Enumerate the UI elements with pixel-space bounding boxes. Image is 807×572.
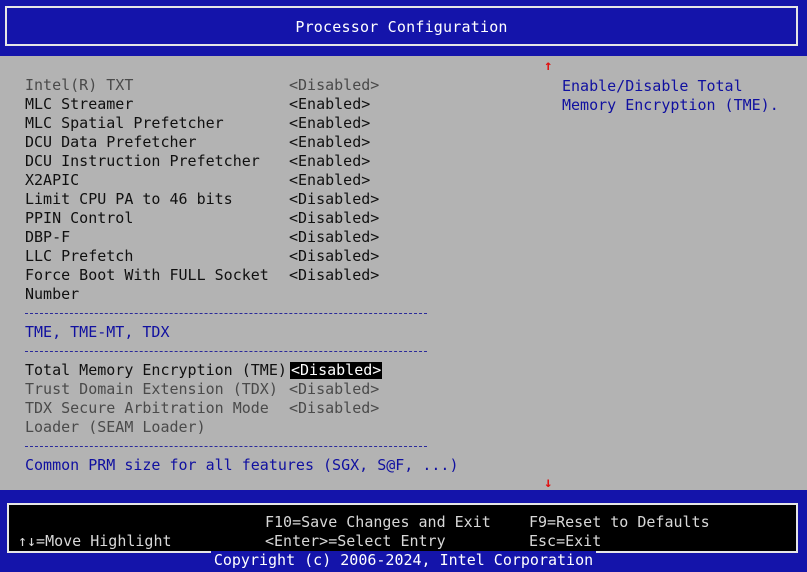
page-title: Processor Configuration	[295, 18, 508, 36]
setting-label-continued: Loader (SEAM Loader)	[25, 418, 206, 436]
setting-label: Intel(R) TXT	[25, 76, 134, 94]
title-frame: Processor Configuration	[5, 6, 798, 46]
setting-force-boot-full-socket[interactable]: Force Boot With FULL Socket <Disabled>	[25, 266, 525, 285]
setting-value: <Disabled>	[289, 399, 380, 417]
help-panel	[536, 56, 807, 490]
setting-label: Total Memory Encryption (TME)	[25, 361, 287, 379]
setting-value[interactable]: <Disabled>	[289, 228, 379, 247]
setting-label: LLC Prefetch	[25, 247, 134, 265]
setting-value[interactable]: <Enabled>	[289, 114, 370, 133]
setting-tdx-seam-loader: TDX Secure Arbitration Mode <Disabled>	[25, 399, 525, 418]
separator-line	[25, 446, 427, 447]
setting-intel-txt: Intel(R) TXT <Disabled>	[25, 76, 525, 95]
setting-label: DCU Data Prefetcher	[25, 133, 197, 151]
setting-value[interactable]: <Enabled>	[289, 95, 370, 114]
footer-save-hint: F10=Save Changes and Exit	[265, 513, 491, 531]
setting-label: MLC Streamer	[25, 95, 134, 113]
setting-dbp-f[interactable]: DBP-F <Disabled>	[25, 228, 525, 247]
copyright-text: Copyright (c) 2006-2024, Intel Corporati…	[210, 551, 597, 569]
section-title-tme: TME, TME-MT, TDX	[25, 323, 170, 341]
selected-setting-value[interactable]: <Disabled>	[290, 362, 383, 379]
setting-tdx-seam-loader-line2: Loader (SEAM Loader)	[25, 418, 525, 437]
footer-esc-hint: Esc=Exit	[529, 532, 602, 550]
prm-size-link[interactable]: Common PRM size for all features (SGX, S…	[25, 456, 458, 475]
separator-line	[25, 313, 427, 314]
setting-label: X2APIC	[25, 171, 80, 189]
separator-line	[25, 351, 427, 352]
setting-dcu-data-prefetcher[interactable]: DCU Data Prefetcher <Enabled>	[25, 133, 525, 152]
setting-label: PPIN Control	[25, 209, 134, 227]
setting-value[interactable]: <Enabled>	[289, 133, 370, 152]
setting-value: <Disabled>	[289, 76, 380, 94]
setting-label: Force Boot With FULL Socket	[25, 266, 269, 284]
setting-value[interactable]: <Disabled>	[289, 247, 379, 266]
copyright-line: Copyright (c) 2006-2024, Intel Corporati…	[0, 551, 807, 570]
setting-label: DBP-F	[25, 228, 71, 246]
setting-limit-cpu-pa[interactable]: Limit CPU PA to 46 bits <Disabled>	[25, 190, 525, 209]
setting-label: DCU Instruction Prefetcher	[25, 152, 260, 170]
setting-value[interactable]: <Disabled>	[289, 209, 379, 228]
scroll-up-arrow-icon[interactable]: ↑	[544, 58, 552, 74]
setting-dcu-instruction-prefetcher[interactable]: DCU Instruction Prefetcher <Enabled>	[25, 152, 525, 171]
setting-total-memory-encryption[interactable]: Total Memory Encryption (TME) <Disabled>	[25, 361, 525, 380]
setting-force-boot-label-line2: Number	[25, 285, 525, 304]
setting-trust-domain-extension: Trust Domain Extension (TDX) <Disabled>	[25, 380, 525, 399]
footer-reset-hint: F9=Reset to Defaults	[529, 513, 710, 531]
setting-value: <Disabled>	[289, 380, 380, 398]
setting-ppin-control[interactable]: PPIN Control <Disabled>	[25, 209, 525, 228]
setting-value[interactable]: <Enabled>	[289, 152, 370, 171]
setting-label: Trust Domain Extension (TDX)	[25, 380, 278, 398]
help-text: Enable/Disable Total Memory Encryption (…	[562, 77, 779, 114]
setting-mlc-streamer[interactable]: MLC Streamer <Enabled>	[25, 95, 525, 114]
setting-label-continued: Number	[25, 285, 80, 303]
setting-label: MLC Spatial Prefetcher	[25, 114, 224, 132]
setting-x2apic[interactable]: X2APIC <Enabled>	[25, 171, 525, 190]
setting-value[interactable]: <Disabled>	[289, 266, 379, 285]
setting-label: Limit CPU PA to 46 bits	[25, 190, 233, 208]
setting-mlc-spatial-prefetcher[interactable]: MLC Spatial Prefetcher <Enabled>	[25, 114, 525, 133]
scroll-down-arrow-icon[interactable]: ↓	[544, 475, 552, 491]
setting-label: TDX Secure Arbitration Mode	[25, 399, 269, 417]
footer-enter-hint: <Enter>=Select Entry	[265, 532, 446, 550]
setting-value[interactable]: <Disabled>	[289, 190, 379, 209]
setting-llc-prefetch[interactable]: LLC Prefetch <Disabled>	[25, 247, 525, 266]
setting-value[interactable]: <Enabled>	[289, 171, 370, 190]
footer-move-hint: ↑↓=Move Highlight	[18, 532, 172, 550]
